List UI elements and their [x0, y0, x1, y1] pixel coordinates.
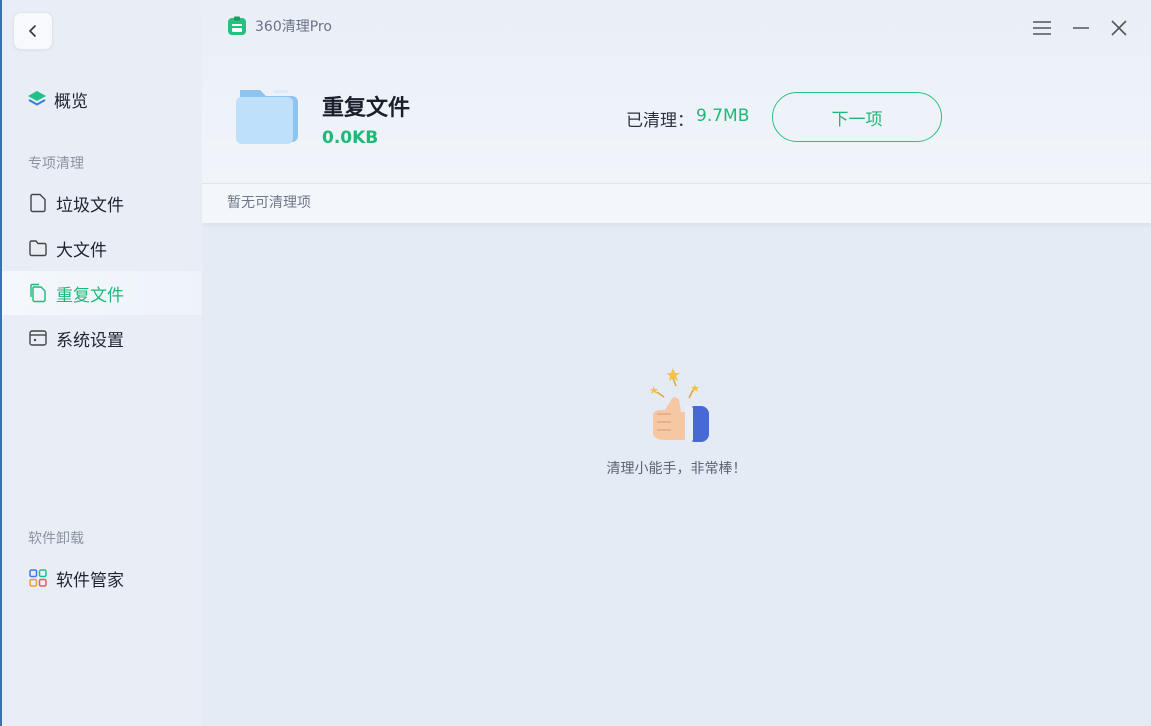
sidebar-item-system-settings[interactable]: 系统设置 — [2, 316, 202, 360]
minimize-button[interactable] — [1069, 16, 1093, 40]
duplicate-file-icon — [28, 283, 48, 303]
sidebar-item-large-files[interactable]: 大文件 — [2, 226, 202, 270]
file-category-title: 重复文件 — [322, 96, 411, 121]
header: 360清理Pro 重复文件 0.0KB 已清理： 9.7MB 下一项 — [202, 0, 1151, 183]
minimize-icon — [1073, 27, 1089, 29]
sidebar-item-label: 概览 — [54, 91, 88, 112]
hamburger-menu-icon — [1033, 21, 1051, 35]
sidebar-item-junk-files[interactable]: 垃圾文件 — [2, 181, 202, 225]
folder-icon — [28, 238, 48, 258]
folder-icon — [234, 86, 302, 150]
section-title-special: 专项清理 — [28, 156, 84, 172]
sidebar-item-software-manager[interactable]: 软件管家 — [2, 556, 202, 600]
cleaned-value: 9.7MB — [696, 106, 750, 126]
cleaned-summary: 已清理： 9.7MB — [626, 106, 749, 131]
sidebar-item-overview[interactable]: 概览 — [26, 86, 88, 112]
status-bar: 暂无可清理项 — [202, 183, 1151, 223]
next-item-button[interactable]: 下一项 — [772, 92, 942, 142]
sidebar-item-label: 大文件 — [56, 240, 107, 261]
sidebar-item-label: 重复文件 — [56, 285, 124, 306]
app-title: 360清理Pro — [255, 19, 332, 35]
sidebar-item-label: 系统设置 — [56, 330, 124, 351]
apps-grid-icon — [28, 568, 48, 588]
layers-icon — [28, 91, 46, 106]
empty-state: 清理小能手，非常棒！ — [202, 360, 1151, 478]
empty-state-message: 清理小能手，非常棒！ — [606, 461, 747, 477]
app-title-bar: 360清理Pro — [227, 16, 332, 36]
app-window: 概览 专项清理 垃圾文件 大文件 重复文件 系统设置 软件卸载 软件管家 360… — [0, 0, 1151, 726]
close-icon — [1111, 20, 1127, 36]
section-title-uninstall: 软件卸载 — [28, 531, 84, 547]
back-button[interactable] — [13, 12, 53, 50]
sidebar: 概览 专项清理 垃圾文件 大文件 重复文件 系统设置 软件卸载 软件管家 — [0, 0, 202, 726]
chevron-left-icon — [29, 25, 36, 37]
settings-window-icon — [28, 328, 48, 348]
sidebar-item-duplicate-files[interactable]: 重复文件 — [2, 271, 202, 315]
menu-button[interactable] — [1030, 16, 1054, 40]
main-panel: 360清理Pro 重复文件 0.0KB 已清理： 9.7MB 下一项 暂无可清理… — [202, 0, 1151, 726]
thumbs-up-icon — [649, 368, 709, 442]
app-logo-icon — [228, 16, 246, 35]
file-icon — [28, 193, 48, 213]
cleaned-label: 已清理： — [626, 111, 694, 131]
close-button[interactable] — [1107, 16, 1131, 40]
sidebar-item-label: 垃圾文件 — [56, 195, 124, 216]
file-size-value: 0.0KB — [322, 128, 379, 148]
sidebar-item-label: 软件管家 — [56, 570, 124, 591]
